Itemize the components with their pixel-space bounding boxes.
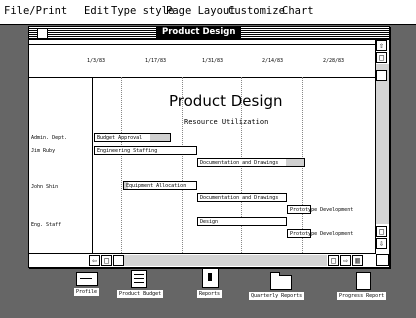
scroll-track[interactable] [376,64,389,224]
task-label: Equipment Allocation [126,183,187,189]
icon-label: Quarterly Reports [249,292,305,300]
date-label: 1/31/83 [202,58,224,64]
desktop-icon-quarterly-reports[interactable]: Quarterly Reports [248,271,314,311]
desktop-icon-product-budget[interactable]: Product Budget [116,270,164,310]
scroll-track[interactable] [113,255,327,266]
icon-label: Progress Report [337,292,387,300]
task-bar[interactable]: Equipment Allocation [123,181,197,190]
scroll-down-arrow-icon[interactable]: ⇩ [376,238,387,249]
icon-label: Product Budget [117,290,164,298]
task-label: Prototype Development [290,207,354,213]
close-box[interactable] [37,28,48,39]
task-bar[interactable]: Prototype Development [287,205,353,214]
date-label: 1/3/83 [87,58,106,64]
menu-type-style[interactable]: Type style [111,5,174,17]
report-icon [202,268,219,288]
horizontal-scrollbar[interactable]: ⇦ □ □ ⇨ ▥ [29,253,375,267]
scroll-thumb[interactable] [376,70,387,81]
resource-label: Admin. Dept. [31,135,68,141]
menu-page-layout[interactable]: Page Layout [166,5,236,17]
profile-icon [76,272,98,286]
task-bar[interactable]: Documentation and Drawings [197,193,287,202]
chart-title: Product Design [169,92,283,110]
page-icon[interactable]: □ [376,52,387,63]
spreadsheet-icon [131,270,147,288]
menu-chart[interactable]: Chart [282,5,314,17]
task-label: Budget Approval [97,135,143,141]
scroll-right-arrow-icon[interactable]: ⇨ [340,255,351,266]
desktop-icon-profile[interactable]: Profile [72,272,102,312]
icon-label: Reports [197,290,223,298]
date-label: 2/28/83 [323,58,345,64]
menu-edit[interactable]: Edit [84,5,109,17]
task-bar[interactable]: Documentation and Drawings [197,158,305,167]
icon-label: Profile [74,288,100,296]
size-box-icon[interactable] [376,254,389,266]
task-bar[interactable]: Prototype Development [287,229,353,238]
header-bottom-rule [29,77,376,78]
resource-label: John Shin [31,184,59,190]
page-icon[interactable]: □ [376,226,387,237]
scroll-left-arrow-icon[interactable]: ⇦ [89,255,100,266]
folder-icon [270,272,292,290]
page-icon [356,272,371,290]
task-label: Design [200,219,219,225]
desktop-icon-progress-report[interactable]: Progress Report [336,272,392,312]
task-label: Prototype Development [290,231,354,237]
scroll-up-arrow-icon[interactable]: ⇧ [376,40,387,51]
task-bar[interactable]: Budget Approval [94,133,171,142]
header-top-rule [29,44,376,45]
window-title: Product Design [156,27,242,38]
gantt-chart-area: 1/3/83 1/17/83 1/31/83 2/14/83 2/28/83 P… [29,40,376,254]
task-label: Documentation and Drawings [200,160,279,166]
title-bar[interactable]: Product Design [29,27,389,40]
view-toggle-icon[interactable]: ▥ [352,255,363,266]
scroll-thumb[interactable] [113,255,124,266]
chart-subtitle: Resource Utilization [184,118,269,126]
menu-customize[interactable]: Customize [228,5,285,17]
task-bar[interactable]: Engineering Staffing [94,146,197,155]
menu-file-print[interactable]: File/Print [4,5,67,17]
document-window: Product Design 1/3/83 1/17/83 1/31/83 2/… [28,26,390,268]
page-icon[interactable]: □ [328,255,339,266]
resource-label: Jim Ruby [31,148,56,154]
label-column-divider [92,77,93,253]
menu-bar: File/Print Edit Type style Page Layout C… [0,0,416,25]
date-label: 1/17/83 [145,58,167,64]
resource-label: Eng. Staff [31,222,62,228]
page-icon[interactable]: □ [101,255,112,266]
gridline [121,77,122,253]
task-label: Engineering Staffing [97,148,158,154]
task-bar[interactable]: Design [197,217,287,226]
date-label: 2/14/83 [262,58,284,64]
vertical-scrollbar[interactable]: ⇧ □ □ ⇩ [375,40,389,254]
desktop-icon-reports[interactable]: Reports [192,268,228,310]
task-label: Documentation and Drawings [200,195,279,201]
